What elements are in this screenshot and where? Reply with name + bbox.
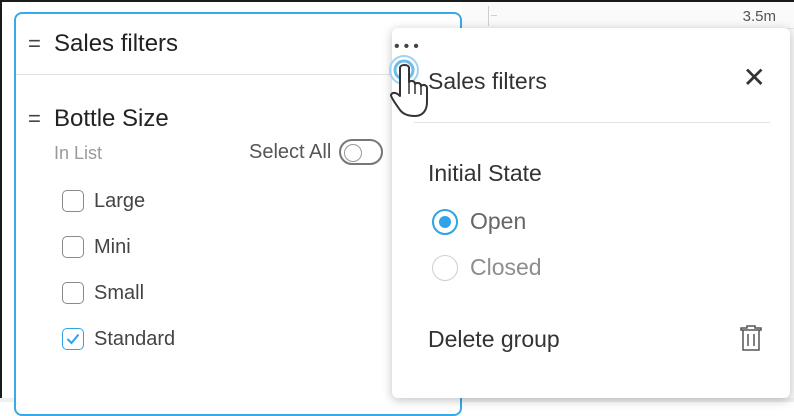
checkbox-unchecked[interactable] <box>62 236 84 258</box>
checkbox-checked[interactable] <box>62 328 84 350</box>
radio-closed[interactable]: Closed <box>432 254 542 281</box>
hand-cursor-icon <box>389 55 428 117</box>
group-settings-menu: Sales filters ✕ Initial State Open Close… <box>392 28 790 398</box>
checkmark-icon <box>66 333 80 345</box>
checkbox-unchecked[interactable] <box>62 190 84 212</box>
checkbox-unchecked[interactable] <box>62 282 84 304</box>
select-all-control[interactable]: Select All <box>249 139 384 165</box>
select-all-label: Select All <box>249 140 332 163</box>
menu-title: Sales filters <box>428 68 547 94</box>
axis-tick-mark <box>488 6 499 26</box>
drag-handle-icon[interactable]: = <box>28 106 54 132</box>
radio-label-closed: Closed <box>470 254 542 280</box>
axis-value-label: 3.5m <box>742 8 776 25</box>
close-icon[interactable]: ✕ <box>743 64 766 92</box>
group-title: Bottle Size <box>54 105 169 132</box>
option-label: Standard <box>94 327 176 350</box>
panel-title: Sales filters <box>54 30 179 57</box>
option-label: Large <box>94 189 146 212</box>
radio-selected-icon[interactable] <box>432 208 458 235</box>
trash-icon[interactable] <box>740 324 762 357</box>
menu-divider <box>414 122 770 123</box>
select-all-toggle[interactable] <box>339 139 384 165</box>
option-label: Mini <box>94 235 131 258</box>
delete-group-label[interactable]: Delete group <box>428 326 560 353</box>
option-label: Small <box>94 281 145 304</box>
radio-open[interactable]: Open <box>432 208 526 235</box>
initial-state-label: Initial State <box>428 160 542 186</box>
drag-handle-icon[interactable]: = <box>28 31 54 57</box>
toggle-knob <box>344 144 363 162</box>
radio-label-open: Open <box>470 208 527 234</box>
frame-left-edge <box>0 0 2 402</box>
radio-unselected-icon[interactable] <box>432 254 458 281</box>
